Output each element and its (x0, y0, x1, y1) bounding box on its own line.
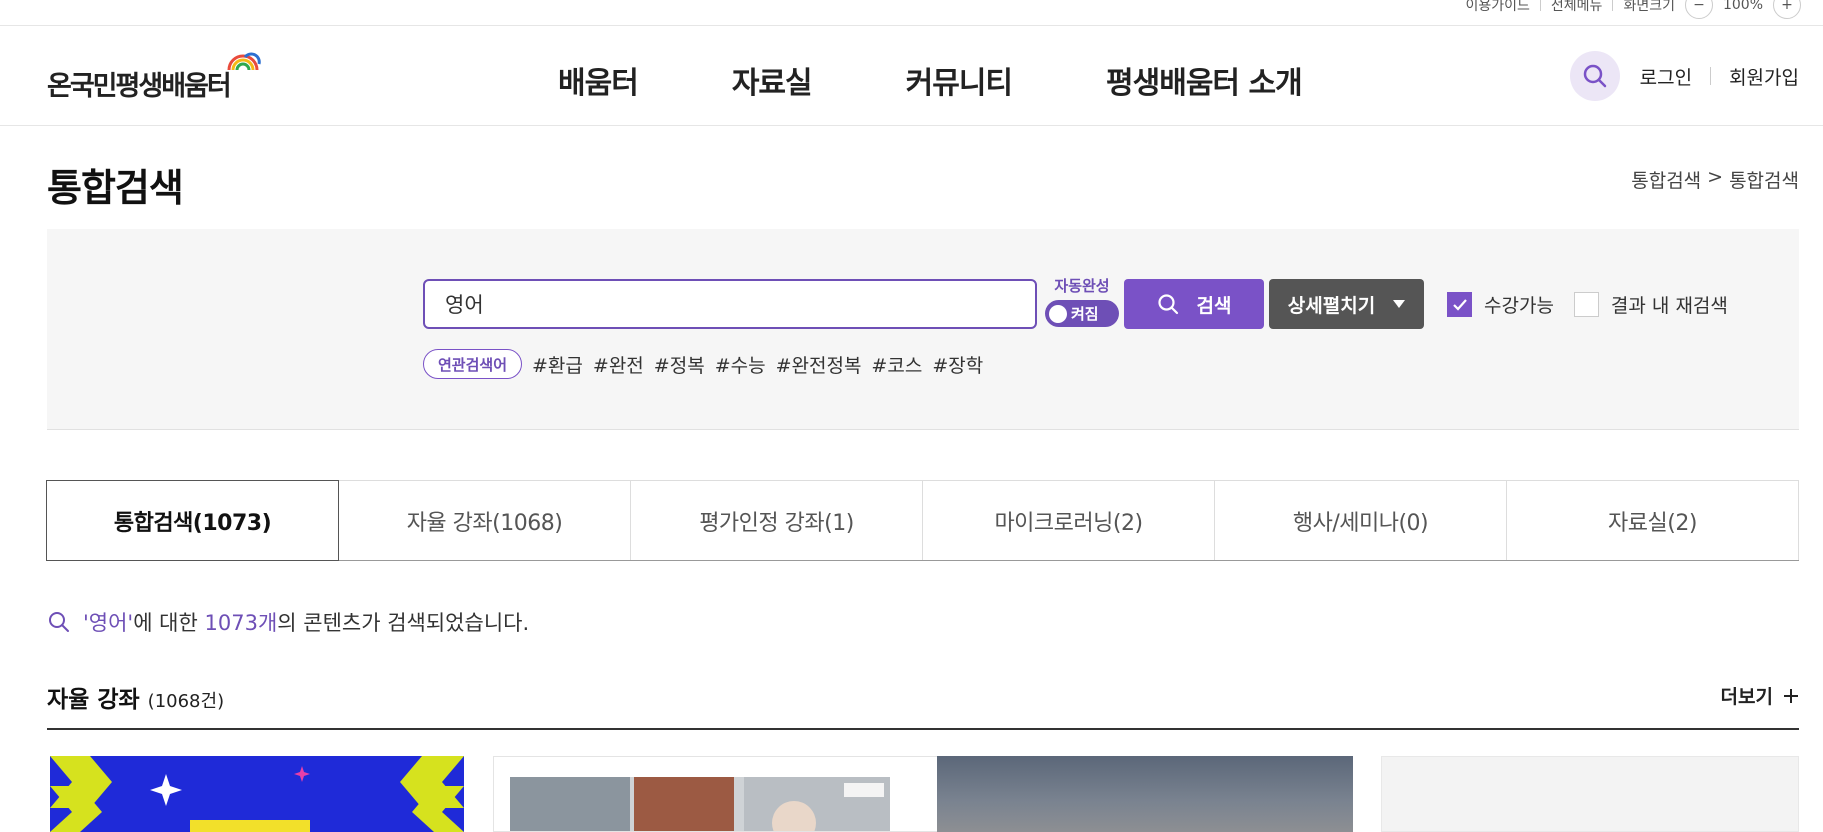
search-icon (1157, 294, 1178, 315)
related-tag[interactable]: #장학 (932, 351, 983, 378)
screen-size-label: 화면크기 (1623, 0, 1675, 14)
summary-query: '영어' (83, 611, 134, 635)
course-thumbnail (494, 757, 940, 831)
summary-count: 1073개 (204, 611, 278, 635)
search-icon (1583, 64, 1606, 88)
available-checkbox[interactable] (1447, 292, 1472, 317)
more-button[interactable]: 더보기 (1721, 682, 1799, 709)
research-checkbox[interactable] (1573, 292, 1599, 317)
result-summary: '영어' 에 대한 1073개 의 콘텐츠가 검색되었습니다. (47, 607, 529, 637)
related-tag[interactable]: #수능 (715, 351, 766, 378)
login-link[interactable]: 로그인 (1640, 63, 1692, 90)
result-tabs: 통합검색(1073) 자율 강좌(1068) 평가인정 강좌(1) 마이크로러닝… (46, 480, 1799, 561)
tab-microlearning[interactable]: 마이크로러닝(2) (923, 481, 1215, 560)
header-actions: 로그인 회원가입 (1569, 51, 1799, 101)
toggle-knob (1049, 304, 1067, 323)
related-tag[interactable]: #완전 (593, 351, 644, 378)
section-count: (1068건) (147, 691, 225, 712)
plus-icon (1784, 688, 1798, 703)
main-nav: 배움터 자료실 커뮤니티 평생배움터 소개 (558, 58, 1303, 102)
nav-about[interactable]: 평생배움터 소개 (1106, 58, 1303, 102)
autocomplete-toggle[interactable]: 켜짐 (1045, 300, 1119, 327)
tab-accredited-courses[interactable]: 평가인정 강좌(1) (631, 481, 923, 560)
detail-expand-button[interactable]: 상세펼치기 (1269, 279, 1424, 329)
utility-links: 이용가이드 전체메뉴 화면크기 − 100% + (1466, 0, 1801, 19)
utility-bar: 이용가이드 전체메뉴 화면크기 − 100% + (0, 0, 1823, 26)
site-header: 온국민평생배움터 배움터 자료실 커뮤니티 평생배움터 소개 로그인 회원가입 (0, 26, 1823, 126)
toggle-state: 켜짐 (1071, 305, 1099, 323)
related-keywords: 연관검색어 #환급 #완전 #정복 #수능 #완전정복 #코스 #장학 (423, 349, 993, 379)
breadcrumb-separator: > (1707, 166, 1724, 188)
divider (1539, 0, 1541, 11)
tab-library[interactable]: 자료실(2) (1507, 481, 1799, 560)
section-header: 자율 강좌 (1068건) 더보기 (47, 678, 1799, 730)
site-logo[interactable]: 온국민평생배움터 (47, 50, 261, 102)
course-card[interactable] (50, 756, 464, 832)
section-title: 자율 강좌 (1068건) (47, 680, 224, 714)
check-icon (1452, 298, 1467, 311)
caret-down-icon (1393, 300, 1406, 308)
rainbow-logo-icon (227, 52, 261, 71)
available-checkbox-label: 수강가능 (1484, 295, 1554, 317)
search-options: 수강가능 결과 내 재검색 (1447, 291, 1728, 318)
course-card[interactable] (1381, 756, 1799, 832)
tab-self-courses[interactable]: 자율 강좌(1068) (339, 481, 631, 560)
breadcrumb-item[interactable]: 통합검색 (1631, 166, 1701, 193)
logo-text: 온국민평생배움터 (47, 71, 232, 102)
autocomplete-control: 자동완성 켜짐 (1045, 275, 1119, 327)
related-tag[interactable]: #환급 (532, 351, 583, 378)
autocomplete-label: 자동완성 (1054, 277, 1110, 295)
tab-events[interactable]: 행사/세미나(0) (1215, 481, 1507, 560)
course-card[interactable] (937, 756, 1353, 832)
related-tag[interactable]: #정복 (654, 351, 705, 378)
nav-community[interactable]: 커뮤니티 (906, 58, 1013, 102)
related-keywords-label: 연관검색어 (423, 349, 523, 379)
zoom-level: 100% (1722, 0, 1763, 13)
guide-link[interactable]: 이용가이드 (1466, 0, 1530, 15)
zoom-out-button[interactable]: − (1684, 0, 1713, 19)
section-title-text: 자율 강좌 (47, 687, 140, 713)
search-button-label: 검색 (1196, 294, 1232, 317)
course-card[interactable] (493, 756, 941, 832)
related-tag[interactable]: #완전정복 (776, 351, 862, 378)
more-label: 더보기 (1720, 686, 1773, 708)
search-button[interactable]: 검색 (1124, 279, 1264, 329)
nav-library[interactable]: 자료실 (732, 58, 813, 102)
breadcrumb: 통합검색 > 통합검색 (1631, 166, 1799, 193)
zoom-in-button[interactable]: + (1773, 0, 1801, 19)
related-tag[interactable]: #코스 (871, 351, 922, 378)
breadcrumb-current: 통합검색 (1729, 170, 1799, 192)
summary-text: 에 대한 (133, 611, 205, 635)
tab-all[interactable]: 통합검색(1073) (46, 480, 339, 561)
page-title: 통합검색 (47, 166, 184, 210)
header-search-button[interactable] (1569, 51, 1620, 101)
detail-button-label: 상세펼치기 (1287, 294, 1376, 317)
divider (1612, 0, 1614, 11)
divider (1710, 67, 1712, 85)
course-thumbnail (50, 756, 464, 832)
research-checkbox-label: 결과 내 재검색 (1610, 295, 1728, 317)
search-icon (49, 612, 69, 632)
summary-text: 의 콘텐츠가 검색되었습니다. (277, 611, 530, 635)
nav-learning[interactable]: 배움터 (558, 58, 639, 102)
search-input[interactable] (423, 279, 1037, 329)
signup-link[interactable]: 회원가입 (1729, 63, 1799, 90)
search-panel: 자동완성 켜짐 검색 상세펼치기 수강가능 결과 내 재검색 연관검색어 #환급… (47, 229, 1799, 430)
all-menu-link[interactable]: 전체메뉴 (1551, 0, 1603, 15)
